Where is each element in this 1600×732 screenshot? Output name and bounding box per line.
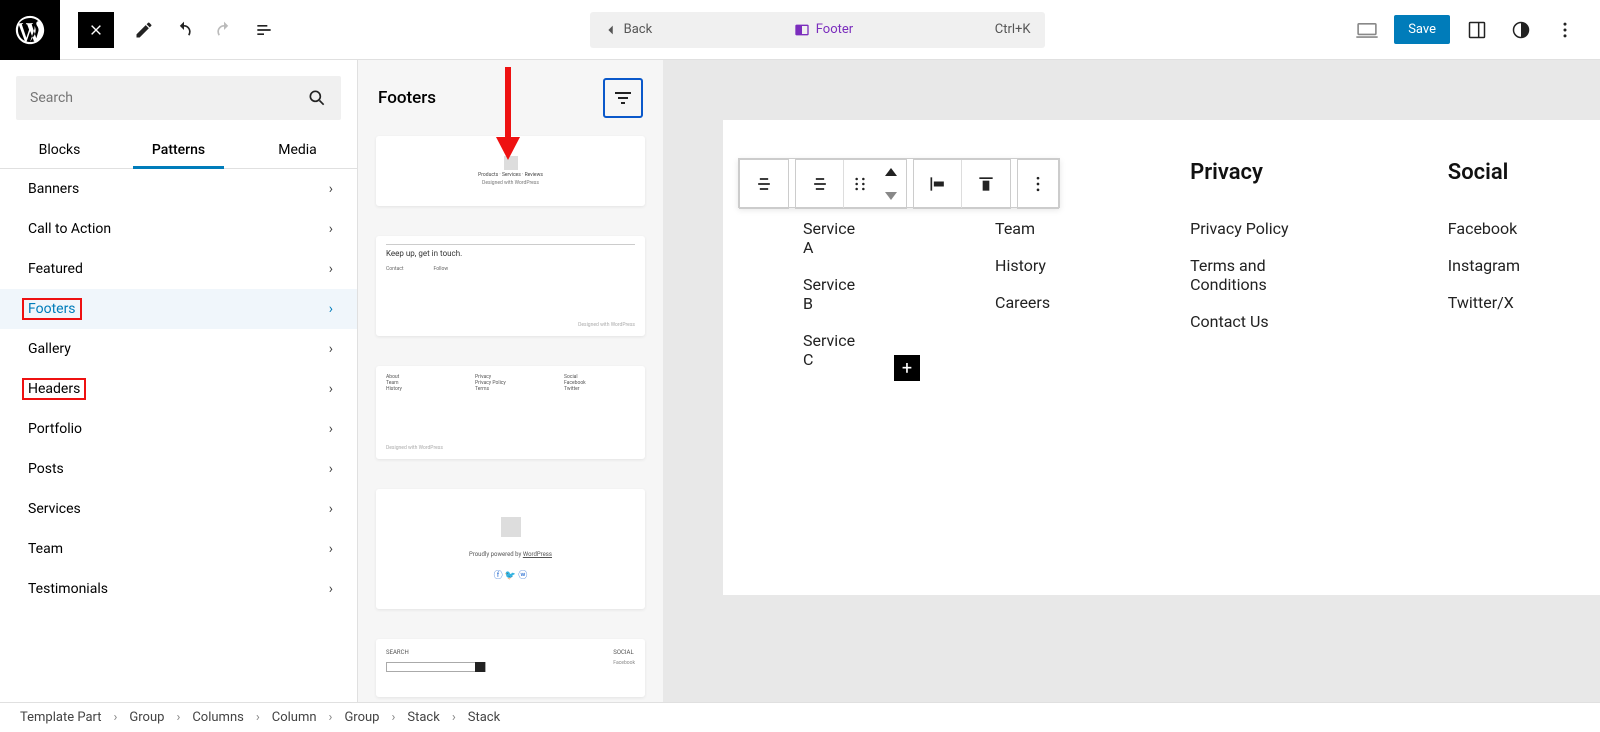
search-input[interactable] — [30, 90, 307, 106]
device-preview-icon[interactable] — [1350, 13, 1384, 47]
styles-icon[interactable] — [1504, 13, 1538, 47]
main-area: Blocks Patterns Media Banners› Call to A… — [0, 60, 1600, 702]
category-services[interactable]: Services› — [0, 489, 357, 529]
block-toolbar — [738, 158, 1060, 208]
category-portfolio[interactable]: Portfolio› — [0, 409, 357, 449]
close-button[interactable] — [78, 12, 114, 48]
footer-link[interactable]: Service C — [803, 322, 855, 378]
right-actions: Save — [1350, 13, 1582, 47]
footer-link[interactable]: Instagram — [1448, 247, 1520, 284]
tab-blocks[interactable]: Blocks — [0, 130, 119, 168]
category-call-to-action[interactable]: Call to Action› — [0, 209, 357, 249]
category-team[interactable]: Team› — [0, 529, 357, 569]
tab-media[interactable]: Media — [238, 130, 357, 168]
filter-button[interactable] — [603, 78, 643, 118]
undo-icon[interactable] — [164, 10, 204, 50]
crumb[interactable]: Template Part — [20, 710, 102, 725]
tab-patterns[interactable]: Patterns — [119, 130, 238, 168]
pattern-card-1[interactable]: Products · Services · Reviews Designed w… — [376, 136, 645, 206]
edit-icon[interactable] — [124, 10, 164, 50]
crumb[interactable]: Group — [344, 710, 379, 725]
footer-link[interactable]: History — [995, 247, 1050, 284]
footer-link[interactable]: Terms and Conditions — [1190, 247, 1308, 303]
block-type-icon[interactable] — [740, 160, 788, 208]
wordpress-logo[interactable] — [0, 0, 60, 60]
pattern-preview-panel: Footers Products · Services · Reviews De… — [358, 60, 663, 702]
category-posts[interactable]: Posts› — [0, 449, 357, 489]
search-box[interactable] — [16, 76, 341, 120]
document-bar[interactable]: Back Footer Ctrl+K — [590, 12, 1045, 48]
align-icon[interactable] — [914, 160, 962, 208]
category-featured[interactable]: Featured› — [0, 249, 357, 289]
footer-heading[interactable]: Social — [1448, 160, 1520, 185]
pattern-category-list[interactable]: Banners› Call to Action› Featured› Foote… — [0, 169, 357, 702]
crumb[interactable]: Columns — [192, 710, 244, 725]
footer-heading[interactable]: Privacy — [1190, 160, 1308, 185]
category-headers[interactable]: Headers› — [0, 369, 357, 409]
pattern-list[interactable]: Products · Services · Reviews Designed w… — [358, 132, 663, 702]
footer-link[interactable]: Facebook — [1448, 210, 1520, 247]
category-gallery[interactable]: Gallery› — [0, 329, 357, 369]
doc-label: Footer — [816, 22, 853, 37]
add-block-button[interactable]: + — [894, 355, 920, 381]
footer-link[interactable]: Careers — [995, 284, 1050, 321]
block-options-icon[interactable] — [1018, 160, 1058, 208]
footer-link[interactable]: Service B — [803, 266, 855, 322]
pattern-card-4[interactable]: Proudly powered by WordPress ⓕ 🐦 ⓦ — [376, 489, 645, 609]
settings-panel-icon[interactable] — [1460, 13, 1494, 47]
move-down-icon[interactable] — [876, 184, 906, 208]
footer-link[interactable]: Privacy Policy — [1190, 210, 1308, 247]
crumb[interactable]: Column — [272, 710, 317, 725]
back-button[interactable]: Back — [604, 22, 653, 37]
category-footers[interactable]: Footers› — [0, 289, 357, 329]
justify-icon[interactable] — [962, 160, 1010, 208]
footer-link[interactable]: Team — [995, 210, 1050, 247]
parent-block-icon[interactable] — [796, 160, 844, 208]
block-breadcrumb: Template Part› Group› Columns› Column› G… — [0, 702, 1600, 732]
footer-link[interactable]: Twitter/X — [1448, 284, 1520, 321]
category-banners[interactable]: Banners› — [0, 169, 357, 209]
document-outline-icon[interactable] — [244, 10, 284, 50]
search-icon — [307, 88, 327, 108]
crumb[interactable]: Stack — [468, 710, 500, 725]
redo-icon[interactable] — [204, 10, 244, 50]
pattern-card-5[interactable]: SEARCH SOCIAL Facebook — [376, 639, 645, 697]
pattern-card-3[interactable]: AboutTeamHistory PrivacyPrivacy PolicyTe… — [376, 366, 645, 459]
back-label: Back — [624, 22, 653, 37]
category-testimonials[interactable]: Testimonials› — [0, 569, 357, 609]
footer-col-social: Social Facebook Instagram Twitter/X — [1448, 160, 1520, 378]
topbar: Back Footer Ctrl+K Save — [0, 0, 1600, 60]
shortcut-label: Ctrl+K — [995, 22, 1031, 37]
save-button[interactable]: Save — [1394, 15, 1450, 44]
inserter-tabs: Blocks Patterns Media — [0, 130, 357, 169]
drag-handle-icon[interactable] — [844, 160, 876, 208]
crumb[interactable]: Stack — [407, 710, 439, 725]
pattern-card-2[interactable]: Keep up, get in touch. ContactFollow Des… — [376, 236, 645, 336]
more-options-icon[interactable] — [1548, 13, 1582, 47]
panel-title: Footers — [378, 88, 436, 108]
document-title: Footer — [794, 22, 853, 38]
move-up-icon[interactable] — [876, 160, 906, 184]
inserter-sidebar: Blocks Patterns Media Banners› Call to A… — [0, 60, 358, 702]
crumb[interactable]: Group — [129, 710, 164, 725]
footer-link[interactable]: Contact Us — [1190, 303, 1308, 340]
footer-col-privacy: Privacy Privacy Policy Terms and Conditi… — [1190, 160, 1308, 378]
footer-link[interactable]: Service A — [803, 210, 855, 266]
editor-canvas[interactable]: X Service A Service B Service C X Team H… — [663, 60, 1600, 702]
